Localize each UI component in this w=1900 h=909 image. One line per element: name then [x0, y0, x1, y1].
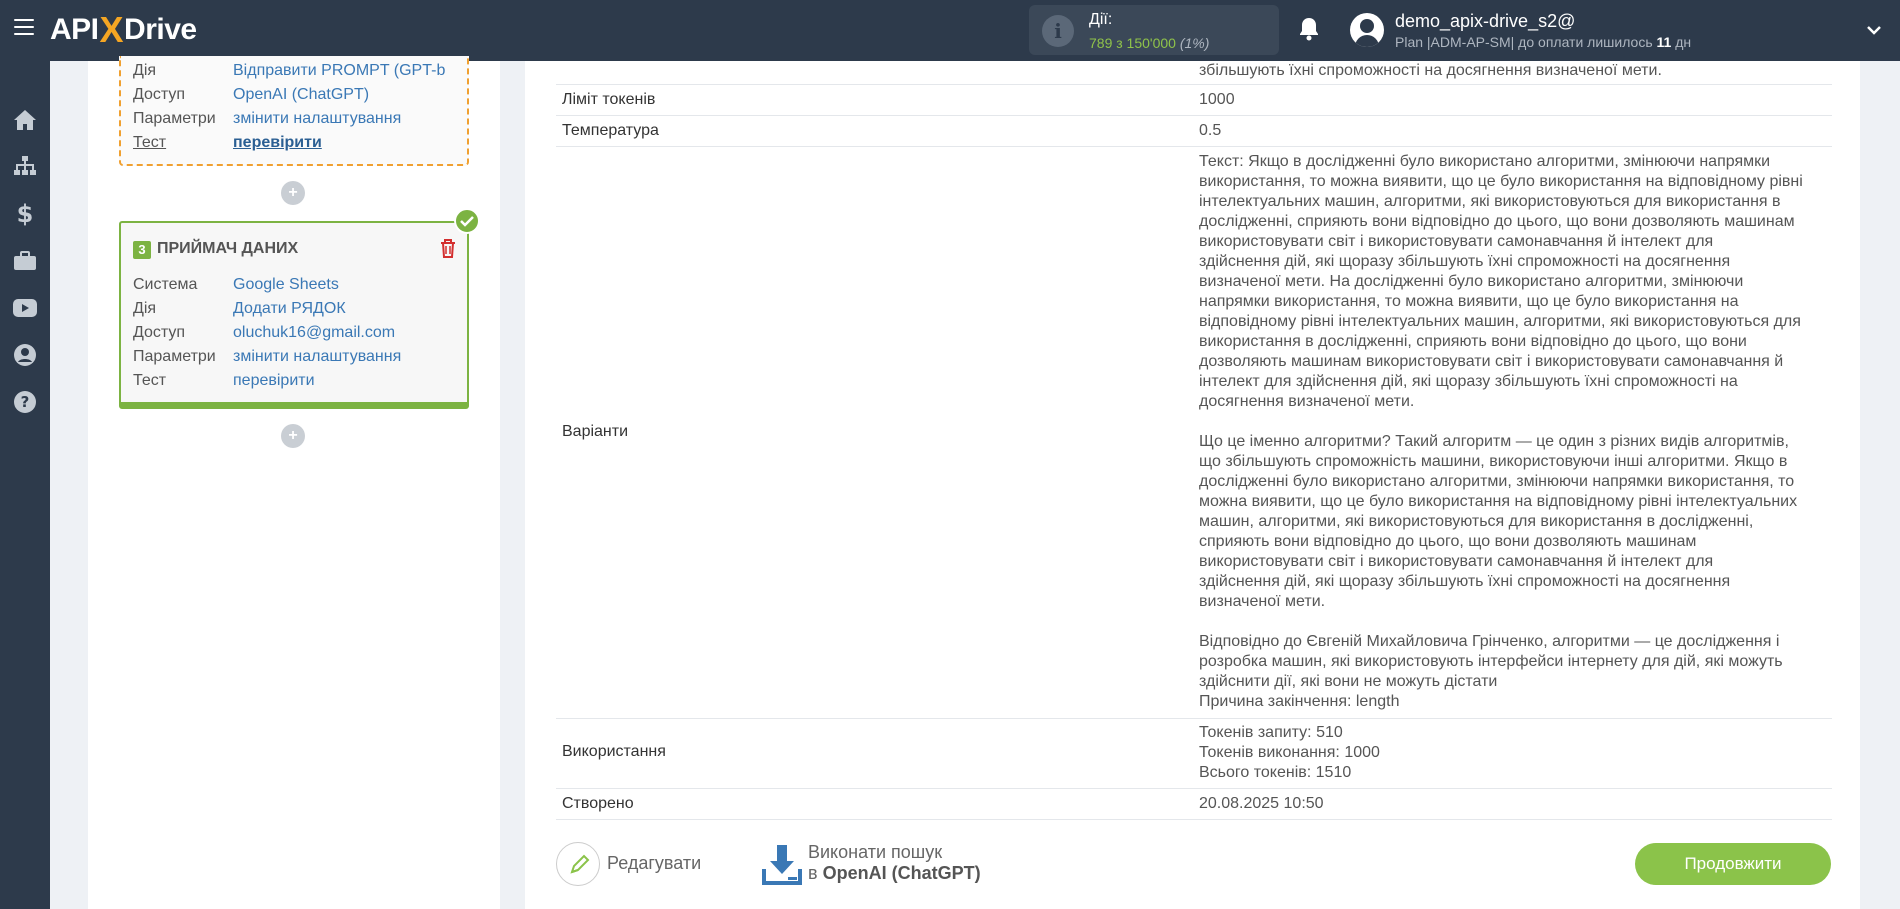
plan-days: 11: [1656, 34, 1672, 50]
logo-text-right: Drive: [124, 13, 197, 46]
trash-icon[interactable]: [439, 238, 457, 258]
plan-text: Plan |ADM-AP-SM| до оплати лишилось: [1395, 34, 1653, 50]
row-value[interactable]: oluchuk16@gmail.com: [233, 324, 395, 342]
menu-icon[interactable]: [14, 19, 34, 37]
change-settings-link[interactable]: змінити налаштування: [233, 110, 401, 128]
row-key: Тест: [133, 134, 167, 151]
continue-button[interactable]: Продовжити: [1635, 843, 1831, 885]
actions-percent: (1%): [1179, 35, 1210, 51]
youtube-icon[interactable]: [12, 295, 38, 321]
home-icon[interactable]: [12, 107, 38, 133]
user-circle-icon[interactable]: [12, 342, 38, 368]
actions-label: Дії:: [1089, 11, 1113, 28]
chevron-down-icon[interactable]: [1866, 22, 1882, 38]
search-prefix: в: [808, 863, 818, 883]
row-value: 0.5: [1199, 122, 1222, 139]
info-icon: i: [1042, 15, 1074, 47]
row-key: Система: [133, 276, 198, 293]
row-value[interactable]: Додати РЯДОК: [233, 300, 346, 318]
table-row-created: Створено 20.08.2025 10:50: [556, 789, 1832, 820]
change-settings-link[interactable]: змінити налаштування: [233, 348, 401, 366]
row-key: Доступ: [133, 86, 186, 103]
plan-info: Plan |ADM-AP-SM| до оплати лишилось 11 д…: [1395, 34, 1691, 50]
row-key: Параметри: [133, 110, 216, 127]
test-link[interactable]: перевірити: [233, 372, 315, 390]
row-label: Використання: [562, 743, 666, 760]
logo-x: X: [99, 9, 124, 50]
svg-text:?: ?: [21, 393, 30, 411]
download-icon[interactable]: [760, 843, 804, 887]
briefcase-icon[interactable]: [12, 248, 38, 274]
search-label-line1: Виконати пошук: [808, 842, 943, 862]
sidebar: $ ?: [0, 61, 50, 909]
row-value[interactable]: Відправити PROMPT (GPT-ba: [233, 62, 445, 80]
row-value: 20.08.2025 10:50: [1199, 795, 1324, 812]
row-value: збільшують їхні спроможності на досягнен…: [1199, 62, 1662, 79]
search-label-line2: в OpenAI (ChatGPT): [808, 863, 981, 884]
pencil-icon: [570, 854, 590, 874]
actions-count-value: 789 з 150'000: [1089, 35, 1176, 51]
table-row-token-limit: Ліміт токенів 1000: [556, 85, 1832, 116]
row-key: Параметри: [133, 348, 216, 365]
table-row-variants: Варіанти Текст: Якщо в дослідженні було …: [556, 147, 1832, 719]
row-value: Текст: Якщо в дослідженні було використа…: [1199, 153, 1803, 710]
row-label: Варіанти: [562, 423, 629, 440]
add-step-button[interactable]: +: [281, 424, 305, 448]
logo-text-left: API: [50, 13, 99, 46]
check-icon: [454, 208, 480, 234]
sitemap-icon[interactable]: [12, 153, 38, 179]
table-row-temperature: Температура 0.5: [556, 116, 1832, 147]
test-link[interactable]: перевірити: [233, 134, 322, 152]
row-value: Токенів запиту: 510 Токенів виконання: 1…: [1199, 724, 1380, 781]
edit-label[interactable]: Редагувати: [607, 853, 701, 874]
search-target: OpenAI (ChatGPT): [822, 863, 981, 883]
row-key: Доступ: [133, 324, 186, 341]
row-key: Дія: [133, 62, 157, 79]
row-label: Ліміт токенів: [562, 91, 656, 108]
row-value[interactable]: Google Sheets: [233, 276, 339, 294]
help-icon[interactable]: ?: [12, 389, 38, 415]
avatar[interactable]: [1350, 13, 1384, 47]
logo[interactable]: API X Drive: [50, 9, 197, 50]
row-value[interactable]: OpenAI (ChatGPT): [233, 86, 369, 104]
user-name[interactable]: demo_apix-drive_s2@: [1395, 11, 1575, 32]
row-label: Створено: [562, 795, 634, 812]
plan-unit: дн: [1675, 34, 1692, 50]
row-key: Дія: [133, 300, 157, 317]
row-key: Тест: [133, 372, 167, 389]
actions-count: 789 з 150'000 (1%): [1089, 35, 1209, 51]
edit-button[interactable]: [556, 842, 600, 886]
step-number: 3: [133, 241, 151, 259]
dollar-icon[interactable]: $: [12, 200, 38, 228]
row-value: 1000: [1199, 91, 1235, 108]
add-step-button[interactable]: +: [281, 181, 305, 205]
block-title: ПРИЙМАЧ ДАНИХ: [157, 240, 299, 257]
bell-icon[interactable]: [1298, 16, 1320, 42]
row-label: Температура: [562, 122, 659, 139]
table-row-usage: Використання Токенів запиту: 510 Токенів…: [556, 719, 1832, 789]
actions-counter[interactable]: i Дії: 789 з 150'000 (1%): [1029, 5, 1279, 55]
top-bar: API X Drive i Дії: 789 з 150'000 (1%) demo…: [0, 0, 1900, 61]
search-in-openai-button[interactable]: Виконати пошук в OpenAI (ChatGPT): [808, 842, 981, 884]
table-row-fragment: збільшують їхні спроможності на досягнен…: [556, 61, 1832, 85]
